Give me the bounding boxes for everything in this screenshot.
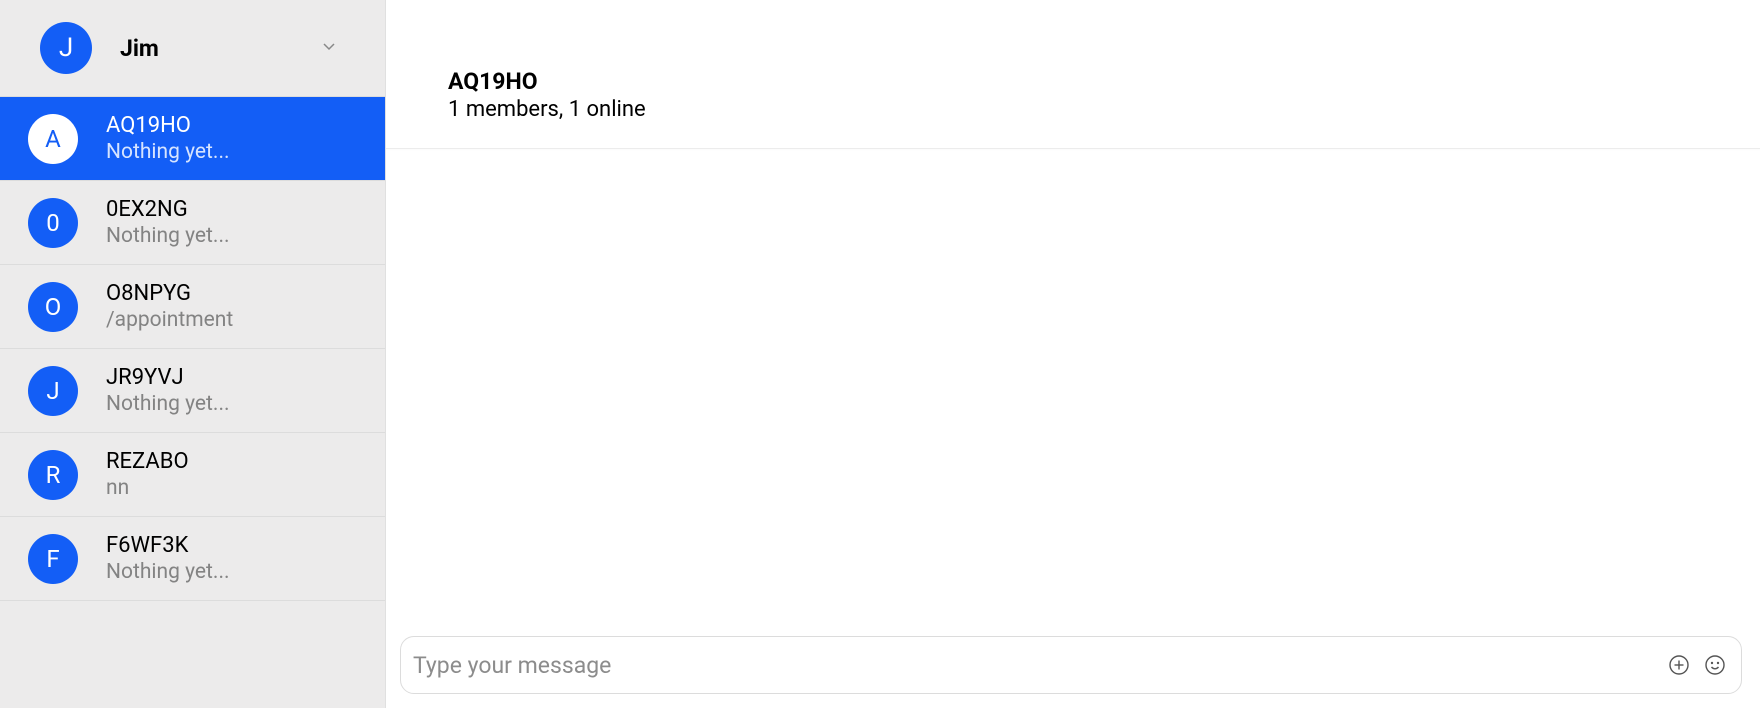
channel-text: REZABOnn — [106, 449, 189, 500]
channel-name: 0EX2NG — [106, 197, 230, 222]
channel-preview: nn — [106, 476, 189, 500]
channel-preview: Nothing yet... — [106, 392, 230, 416]
channel-avatar: A — [28, 114, 78, 164]
composer-icons — [1667, 653, 1727, 677]
channel-item[interactable]: F F6WF3KNothing yet... — [0, 517, 385, 601]
emoji-icon[interactable] — [1703, 653, 1727, 677]
channel-subtitle: 1 members, 1 online — [448, 97, 1740, 122]
message-input[interactable] — [413, 652, 1667, 679]
sidebar: J Jim AAQ19HONothing yet...00EX2NGNothin… — [0, 0, 386, 708]
channel-avatar: F — [28, 534, 78, 584]
channel-text: 0EX2NGNothing yet... — [106, 197, 230, 248]
composer-wrap — [386, 622, 1760, 708]
channel-name: REZABO — [106, 449, 189, 474]
channel-name: AQ19HO — [106, 113, 230, 138]
channel-preview: /appointment — [106, 308, 233, 332]
channel-preview: Nothing yet... — [106, 140, 230, 164]
conversation-area — [386, 149, 1760, 622]
channel-preview: Nothing yet... — [106, 560, 230, 584]
channel-item[interactable]: 0 0EX2NGNothing yet... — [0, 181, 385, 265]
channel-list: AAQ19HONothing yet...00EX2NGNothing yet.… — [0, 96, 385, 601]
layout: J Jim AAQ19HONothing yet...00EX2NGNothin… — [0, 0, 1760, 708]
channel-avatar: 0 — [28, 198, 78, 248]
user-name: Jim — [120, 35, 293, 62]
channel-text: F6WF3KNothing yet... — [106, 533, 230, 584]
channel-avatar: J — [28, 366, 78, 416]
user-avatar: J — [40, 22, 92, 74]
channel-name: F6WF3K — [106, 533, 230, 558]
channel-item[interactable]: J JR9YVJNothing yet... — [0, 349, 385, 433]
message-composer — [400, 636, 1742, 694]
channel-item[interactable]: R REZABOnn — [0, 433, 385, 517]
channel-item[interactable]: O O8NPYG/appointment — [0, 265, 385, 349]
channel-preview: Nothing yet... — [106, 224, 230, 248]
chevron-down-icon — [321, 38, 337, 58]
channel-item[interactable]: A AQ19HONothing yet... — [0, 97, 385, 181]
app-root: Create a New Channel J Jim AAQ19HONothin… — [0, 0, 1760, 708]
main-panel: AQ19HO 1 members, 1 online — [386, 0, 1760, 708]
channel-avatar: O — [28, 282, 78, 332]
channel-text: JR9YVJNothing yet... — [106, 365, 230, 416]
channel-title: AQ19HO — [448, 68, 1740, 95]
channel-text: O8NPYG/appointment — [106, 281, 233, 332]
attach-icon[interactable] — [1667, 653, 1691, 677]
channel-text: AQ19HONothing yet... — [106, 113, 230, 164]
channel-header: AQ19HO 1 members, 1 online — [386, 40, 1760, 149]
user-header[interactable]: J Jim — [0, 0, 385, 96]
channel-name: JR9YVJ — [106, 365, 230, 390]
channel-name: O8NPYG — [106, 281, 233, 306]
channel-avatar: R — [28, 450, 78, 500]
